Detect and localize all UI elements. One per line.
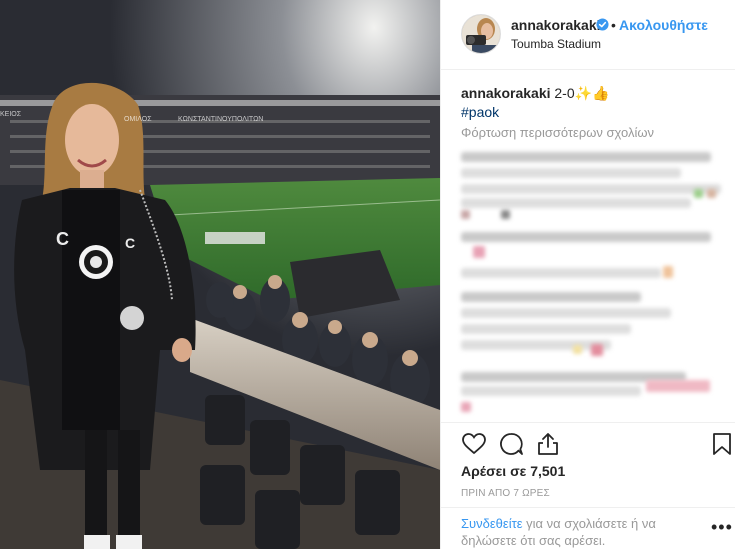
login-prompt: Συνδεθείτε για να σχολιάσετε ή να δηλώσε… <box>461 515 691 549</box>
caption-username[interactable]: annakorakaki <box>461 85 551 101</box>
post-header: annakorakaki • Ακολουθήστε Toumba Stadiu… <box>441 0 735 70</box>
svg-text:ΚΩΝΣΤΑΝΤΙΝΟΥΠΟΛΙΤΩΝ: ΚΩΝΣΤΑΝΤΙΝΟΥΠΟΛΙΤΩΝ <box>178 116 263 123</box>
login-link[interactable]: Συνδεθείτε <box>461 516 523 531</box>
more-options-icon[interactable]: ••• <box>711 518 733 536</box>
verified-badge-icon <box>596 18 609 31</box>
location-link[interactable]: Toumba Stadium <box>511 37 601 51</box>
likes-count[interactable]: Αρέσει σε 7,501 <box>461 463 565 479</box>
bookmark-icon[interactable] <box>709 431 735 457</box>
svg-text:ΚΕΙΟΣ: ΚΕΙΟΣ <box>0 111 22 118</box>
hashtag-link[interactable]: #paok <box>461 103 721 122</box>
follow-button[interactable]: Ακολουθήστε <box>619 17 708 33</box>
post-photo[interactable]: C C ΚΕΙΟΣ ΟΜΙΛΟΣ ΚΩΝΣΤΑΝΤΙΝΟΥΠΟΛΙΤΩΝ <box>0 0 440 549</box>
svg-text:C: C <box>125 235 135 251</box>
share-icon[interactable] <box>535 431 561 457</box>
comment-icon[interactable] <box>498 431 524 457</box>
heart-icon[interactable] <box>461 431 487 457</box>
svg-text:ΟΜΙΛΟΣ: ΟΜΙΛΟΣ <box>124 116 152 123</box>
stadium-photo-illustration: C C ΚΕΙΟΣ ΟΜΙΛΟΣ ΚΩΝΣΤΑΝΤΙΝΟΥΠΟΛΙΤΩΝ <box>0 0 440 549</box>
action-bar <box>441 422 735 463</box>
load-more-comments[interactable]: Φόρτωση περισσότερων σχολίων <box>461 125 654 140</box>
avatar-image <box>462 15 500 53</box>
caption-text: 2-0✨👍 <box>554 85 610 101</box>
scarf-lettering: C <box>56 229 69 249</box>
post-side-panel: annakorakaki • Ακολουθήστε Toumba Stadiu… <box>440 0 735 549</box>
post-timestamp[interactable]: ΠΡΙΝ ΑΠΟ 7 ΩΡΕΣ <box>461 488 550 499</box>
comment-footer: Συνδεθείτε για να σχολιάσετε ή να δηλώσε… <box>441 507 735 549</box>
avatar[interactable] <box>461 14 501 54</box>
header-separator: • <box>611 17 616 33</box>
username-link[interactable]: annakorakaki <box>511 17 601 33</box>
post-caption: annakorakaki 2-0✨👍 #paok <box>461 84 721 122</box>
